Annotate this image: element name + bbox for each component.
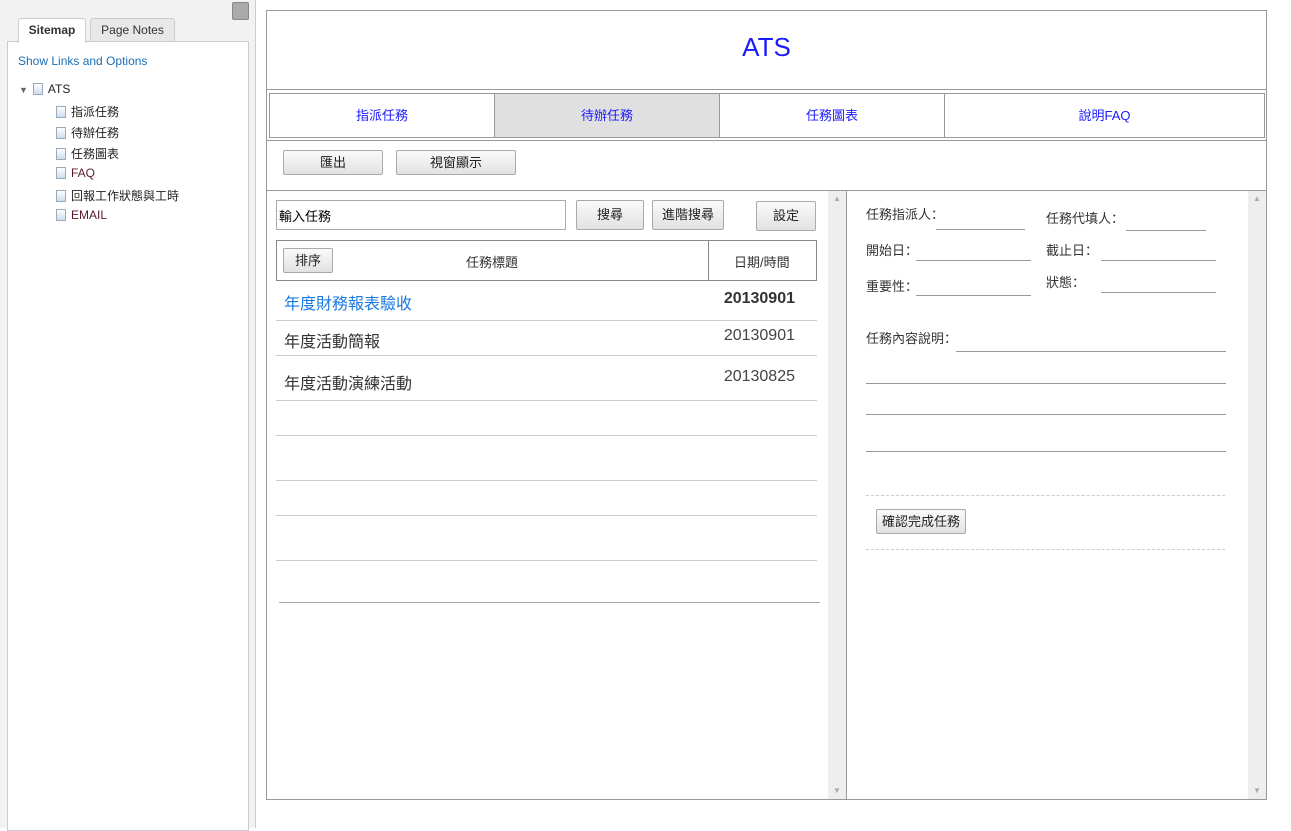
scroll-up-arrow-icon[interactable]: ▲	[828, 194, 846, 203]
importance-field[interactable]	[916, 295, 1031, 296]
due-date-field[interactable]	[1101, 260, 1216, 261]
tab-page-notes[interactable]: Page Notes	[90, 18, 175, 42]
description-field[interactable]	[956, 351, 1226, 352]
tree-label: 指派任務	[71, 105, 120, 119]
sort-button[interactable]: 排序	[283, 248, 333, 273]
tree-item[interactable]: 待辦任務	[56, 124, 119, 141]
column-header-date: 日期/時間	[734, 255, 790, 270]
tree-item[interactable]: 任務圖表	[56, 145, 119, 162]
page-icon	[56, 190, 66, 202]
proxy-label: 任務代填人：	[1046, 211, 1125, 226]
assigner-label: 任務指派人：	[866, 207, 945, 222]
proxy-field[interactable]	[1126, 230, 1206, 231]
tree-label: ATS	[47, 82, 71, 96]
tree-item[interactable]: EMAIL	[56, 208, 107, 222]
tree-label: FAQ	[71, 166, 96, 180]
due-date-label: 截止日：	[1046, 243, 1099, 258]
tree-label: 任務圖表	[71, 147, 120, 161]
scroll-down-arrow-icon[interactable]: ▼	[1248, 786, 1266, 795]
page-icon	[56, 148, 66, 160]
sitemap-pane: Sitemap Page Notes Show Links and Option…	[0, 0, 256, 831]
status-label: 狀態：	[1046, 275, 1086, 290]
page-icon	[56, 127, 66, 139]
task-title[interactable]: 年度財務報表驗收	[284, 290, 412, 314]
page-title: ATS	[742, 32, 791, 62]
table-row[interactable]: 年度活動簡報 20130901	[276, 321, 817, 355]
importance-label: 重要性：	[866, 279, 919, 294]
collapse-pane-button[interactable]	[232, 2, 249, 20]
tab-assign-task[interactable]: 指派任務	[270, 94, 495, 137]
tree-item-ats[interactable]: ▼ ATS	[19, 82, 70, 96]
task-search-input[interactable]	[276, 200, 566, 230]
start-date-field[interactable]	[916, 260, 1031, 261]
page-icon	[56, 209, 66, 221]
table-row[interactable]: 年度活動演練活動 20130825	[276, 356, 817, 400]
table-row[interactable]: 年度財務報表驗收 20130901	[276, 281, 817, 321]
page-icon	[56, 106, 66, 118]
advanced-search-button[interactable]: 進階搜尋	[652, 200, 724, 230]
nav-bar: 指派任務 待辦任務 任務圖表 說明FAQ	[269, 93, 1265, 138]
page-icon	[32, 83, 43, 95]
start-date-label: 開始日：	[866, 243, 919, 258]
assigner-field[interactable]	[936, 229, 1025, 230]
tree-label: 待辦任務	[71, 126, 120, 140]
show-links-options-link[interactable]: Show Links and Options	[18, 54, 147, 68]
column-header-title: 任務標題	[466, 255, 519, 270]
task-title[interactable]: 年度活動簡報	[284, 328, 380, 352]
window-view-button[interactable]: 視窗顯示	[396, 150, 516, 175]
tree-item[interactable]: 回報工作狀態與工時	[56, 187, 179, 204]
expand-triangle-icon[interactable]: ▼	[19, 85, 28, 95]
list-scrollbar[interactable]	[828, 191, 846, 799]
task-title[interactable]: 年度活動演練活動	[284, 370, 412, 394]
description-label: 任務內容說明：	[866, 331, 958, 346]
tab-faq[interactable]: 說明FAQ	[945, 94, 1264, 137]
task-date: 20130825	[723, 368, 795, 385]
search-button[interactable]: 搜尋	[576, 200, 644, 230]
status-field[interactable]	[1101, 292, 1216, 293]
page-icon	[56, 167, 66, 179]
settings-button[interactable]: 設定	[756, 201, 816, 231]
confirm-complete-button[interactable]: 確認完成任務	[876, 509, 966, 534]
scroll-down-arrow-icon[interactable]: ▼	[828, 786, 846, 795]
tree-item[interactable]: FAQ	[56, 166, 95, 180]
tab-todo-task[interactable]: 待辦任務	[495, 94, 720, 137]
sitemap-panel: Show Links and Options ▼ ATS 指派任務 待辦任務 任務…	[7, 41, 249, 831]
task-date: 20130901	[723, 290, 795, 307]
tab-sitemap[interactable]: Sitemap	[18, 18, 86, 43]
export-button[interactable]: 匯出	[283, 150, 383, 175]
tree-item[interactable]: 指派任務	[56, 103, 119, 120]
tree-label: 回報工作狀態與工時	[71, 189, 180, 203]
detail-scrollbar[interactable]	[1248, 191, 1266, 799]
tree-label: EMAIL	[71, 208, 108, 222]
scroll-up-arrow-icon[interactable]: ▲	[1248, 194, 1266, 203]
task-date: 20130901	[723, 327, 795, 344]
tab-task-chart[interactable]: 任務圖表	[720, 94, 945, 137]
